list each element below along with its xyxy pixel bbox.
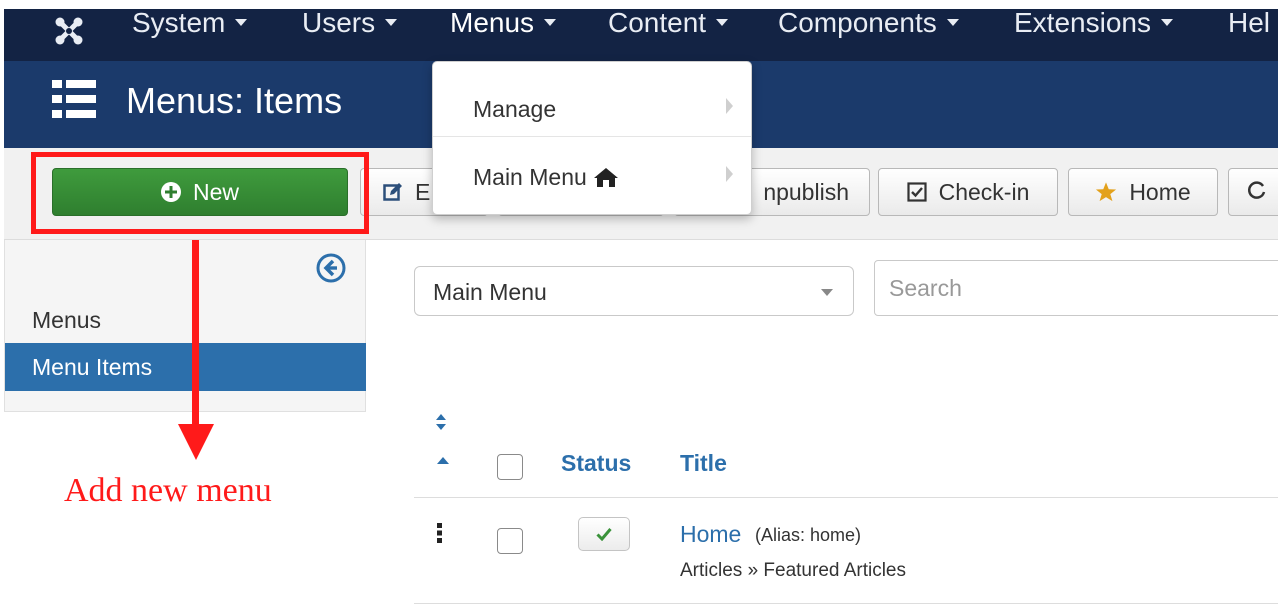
annotation-arrow-shaft [192,240,199,430]
column-header-status[interactable]: Status [561,450,631,477]
row-checkbox[interactable] [497,528,523,554]
caret-down-icon [1160,19,1173,27]
item-title-link[interactable]: Home [680,521,741,548]
checkbox-icon [907,182,927,202]
rebuild-button[interactable] [1228,168,1278,216]
table-divider [414,603,1278,604]
chevron-right-icon [726,166,733,182]
caret-down-icon [385,19,398,27]
menu-select[interactable]: Main Menu [414,266,854,316]
sort-ascending-icon[interactable] [437,457,449,464]
annotation-highlight-box [31,152,369,234]
item-type: Articles » Featured Articles [680,560,906,581]
sidebar-item-label: Menu Items [32,354,153,380]
menus-dropdown: Manage Main Menu [432,61,752,215]
menu-select-value: Main Menu [433,279,547,305]
unpublish-button-label: npublish [763,178,849,205]
checkin-button[interactable]: Check-in [878,168,1058,216]
refresh-icon [1247,179,1267,206]
edit-button-label: E [415,178,431,205]
star-icon [1095,181,1117,203]
search-input[interactable] [874,260,1278,316]
annotation-text: Add new menu [64,472,272,509]
dropdown-item-label: Manage [473,96,557,122]
dropdown-item-main-menu[interactable]: Main Menu [433,144,751,206]
drag-handle-icon[interactable] [437,523,443,548]
nav-menu-system[interactable]: System [132,9,248,38]
edit-icon [383,182,403,202]
dropdown-item-label-wrap: Main Menu [473,164,619,191]
nav-label: Content [608,9,707,38]
check-icon [596,528,612,541]
caret-down-icon [235,19,248,27]
home-icon [593,167,619,189]
checkin-button-label: Check-in [938,178,1030,205]
nav-label: Hel [1228,9,1271,38]
caret-down-icon [946,19,959,27]
page-title: Menus: Items [126,80,343,121]
nav-menu-menus[interactable]: Menus [450,9,557,38]
list-icon [52,79,96,124]
column-header-title[interactable]: Title [680,450,727,477]
nav-menu-users[interactable]: Users [302,9,398,38]
nav-label: Extensions [1014,9,1151,38]
nav-label: Menus [450,9,535,38]
annotation-arrow-head [178,424,214,460]
dropdown-item-label: Main Menu [473,164,587,190]
sidebar: Menus Menu Items [4,240,366,412]
nav-label: System [132,9,226,38]
dropdown-divider [433,136,751,137]
table-divider [414,497,1278,498]
select-all-checkbox[interactable] [497,454,523,480]
arrow-left-circle-icon[interactable] [316,253,346,288]
nav-menu-help[interactable]: Hel [1228,9,1270,37]
dropdown-item-manage[interactable]: Manage [433,76,751,138]
nav-menu-extensions[interactable]: Extensions [1014,9,1173,37]
top-navbar: System Users Menus Content Components Ex… [4,9,1278,61]
chevron-right-icon [726,98,733,114]
status-toggle-button[interactable] [578,517,630,551]
sidebar-item-menu-items[interactable]: Menu Items [5,343,366,391]
caret-down-icon [716,19,729,27]
nav-label: Components [778,9,937,38]
home-button-label: Home [1129,178,1191,205]
nav-menu-components[interactable]: Components [778,9,959,37]
item-alias: (Alias: home) [755,525,862,545]
nav-menu-content[interactable]: Content [608,9,729,38]
caret-down-icon [544,19,557,27]
sort-icon[interactable] [434,412,448,437]
sidebar-item-label: Menus [32,307,102,333]
home-button[interactable]: Home [1068,168,1218,216]
caret-down-icon [821,289,833,296]
nav-label: Users [302,9,376,38]
joomla-logo-icon[interactable] [54,16,84,46]
sidebar-item-menus[interactable]: Menus [5,296,366,344]
